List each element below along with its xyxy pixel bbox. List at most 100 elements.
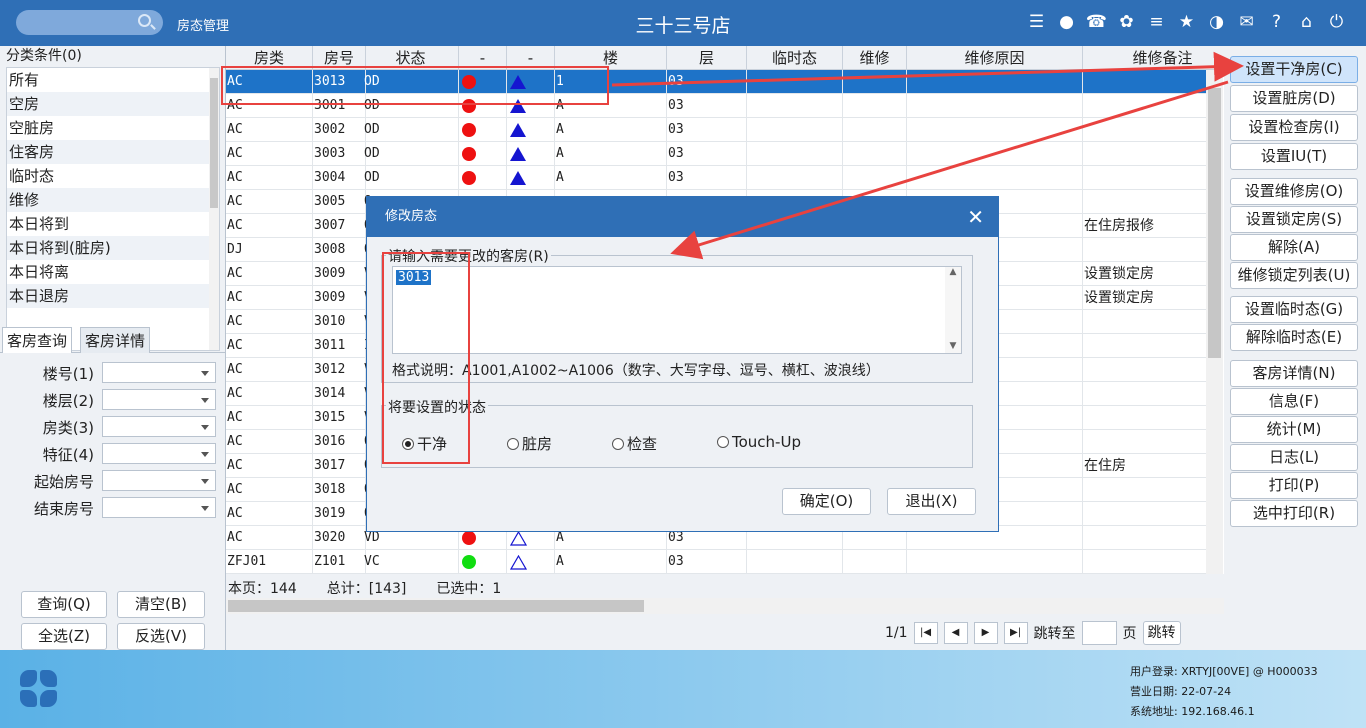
query-button[interactable]: 查询(Q) [21,591,107,618]
start-room-input[interactable] [102,470,216,491]
room-type-cell: ZFJ01 [226,550,313,574]
textarea-scrollbar[interactable]: ▲ ▼ [945,267,961,353]
category-item[interactable]: 所有 [7,68,219,92]
tab-room-query[interactable]: 客房查询 [2,327,73,353]
room-type-select[interactable] [102,416,216,437]
floor-select[interactable] [102,389,216,410]
category-scrollbar[interactable] [209,68,219,350]
set-dirty-button[interactable]: 设置脏房(D) [1230,85,1358,112]
set-iu-button[interactable]: 设置IU(T) [1230,143,1358,170]
grid-hscroll-thumb[interactable] [228,600,644,612]
print-selected-button[interactable]: 选中打印(R) [1230,500,1358,527]
search-box[interactable] [16,10,163,35]
repair-note-cell [1083,502,1224,526]
repair-reason-cell [907,118,1083,142]
room-number-cell: 3019 [313,502,366,526]
table-row[interactable]: AC 3004 OD A 03 [226,166,1206,190]
star-icon[interactable]: ★ [1175,11,1198,34]
grid-vscroll-thumb[interactable] [1208,88,1221,358]
set-temp-status-button[interactable]: 设置临时态(G) [1230,296,1358,323]
tab-room-detail[interactable]: 客房详情 [80,327,151,353]
radio-touch-up[interactable]: Touch-Up [717,433,801,451]
repair-note-cell [1083,118,1224,142]
wifi-icon[interactable]: ☰ [1025,11,1048,34]
table-row[interactable]: ZFJ01 Z101 VC A 03 [226,550,1206,574]
selected-count: 已选中：1 [436,581,502,597]
invert-selection-button[interactable]: 反选(V) [117,623,205,650]
last-page-icon[interactable]: ▶| [1003,622,1028,644]
theme-icon[interactable]: ◑ [1205,11,1228,34]
cancel-button[interactable]: 退出(X) [887,488,976,515]
set-clean-button[interactable]: 设置干净房(C) [1230,56,1358,83]
building-cell: A [555,166,667,190]
scroll-up-icon[interactable]: ▲ [945,267,961,277]
release-button[interactable]: 解除(A) [1230,234,1358,261]
column-header[interactable]: 维修原因 [907,46,1083,70]
close-icon[interactable]: ✕ [967,197,984,237]
release-temp-status-button[interactable]: 解除临时态(E) [1230,324,1358,351]
category-item[interactable]: 维修 [7,188,219,212]
module-title: 房态管理 [177,19,230,34]
jump-button[interactable]: 跳转 [1142,621,1181,645]
palette-icon[interactable]: ✿ [1115,11,1138,34]
category-item[interactable]: 本日将到(脏房) [7,236,219,260]
power-icon[interactable]: ⏻ [1325,11,1348,34]
repair-cell [843,166,907,190]
log-button[interactable]: 日志(L) [1230,444,1358,471]
category-list: 所有 空房 空脏房 住客房 临时态 维修 本日将到 本日将到(脏房) 本日将离 … [6,67,220,351]
phone-icon[interactable]: ☎ [1085,11,1108,34]
prev-page-icon[interactable]: ◀ [943,622,968,644]
status-dot-cell [459,166,507,190]
set-lock-button[interactable]: 设置锁定房(S) [1230,206,1358,233]
info-button[interactable]: 信息(F) [1230,388,1358,415]
select-all-button[interactable]: 全选(Z) [21,623,107,650]
category-item[interactable]: 本日将到 [7,212,219,236]
grid-vertical-scrollbar[interactable] [1206,70,1223,574]
mail-icon[interactable]: ✉ [1235,11,1258,34]
set-repair-button[interactable]: 设置维修房(O) [1230,178,1358,205]
column-header[interactable]: 临时态 [747,46,843,70]
table-row[interactable]: AC 3003 OD A 03 [226,142,1206,166]
scroll-down-icon[interactable]: ▼ [945,341,961,351]
category-scroll-thumb[interactable] [210,78,218,208]
category-item[interactable]: 临时态 [7,164,219,188]
category-item[interactable]: 本日退房 [7,284,219,308]
chat-icon[interactable]: ● [1055,11,1078,34]
category-item[interactable]: 住客房 [7,140,219,164]
help-icon[interactable]: ? [1265,11,1288,34]
room-detail-button[interactable]: 客房详情(N) [1230,360,1358,387]
jump-page-input[interactable] [1081,621,1117,645]
stats-button[interactable]: 统计(M) [1230,416,1358,443]
set-inspect-button[interactable]: 设置检查房(I) [1230,114,1358,141]
column-header[interactable]: 维修备注 [1083,46,1224,70]
category-item[interactable]: 空脏房 [7,116,219,140]
print-button[interactable]: 打印(P) [1230,472,1358,499]
category-item[interactable]: 本日将离 [7,260,219,284]
status-cell: OD [363,166,459,190]
repair-lock-list-button[interactable]: 维修锁定列表(U) [1230,262,1358,289]
search-icon[interactable] [138,14,151,27]
home-icon[interactable]: ⌂ [1295,11,1318,34]
first-page-icon[interactable]: |◀ [913,622,938,644]
room-type-cell: AC [226,262,313,286]
next-page-icon[interactable]: ▶ [973,622,998,644]
room-input-textarea[interactable]: 3013 ▲ ▼ [392,266,962,354]
temp-status-cell [747,142,843,166]
column-header[interactable]: 层 [667,46,747,70]
status-bar: 用户登录: XRTYJ[00VE] @ H000033 营业日期: 22-07-… [0,650,1366,728]
query-tabs: 客房查询 客房详情 [0,327,226,353]
radio-dirty[interactable]: 脏房 [507,433,552,454]
clear-button[interactable]: 清空(B) [117,591,205,618]
grid-horizontal-scrollbar[interactable] [226,598,1224,614]
room-type-cell: AC [226,382,313,406]
end-room-input[interactable] [102,497,216,518]
feature-select[interactable] [102,443,216,464]
menu-icon[interactable]: ≡ [1145,11,1168,34]
column-header[interactable]: 维修 [843,46,907,70]
ok-button[interactable]: 确定(O) [782,488,871,515]
radio-inspect[interactable]: 检查 [612,433,657,454]
building-select[interactable] [102,362,216,383]
floor-cell: 03 [667,70,747,94]
table-row[interactable]: AC 3002 OD A 03 [226,118,1206,142]
category-item[interactable]: 空房 [7,92,219,116]
